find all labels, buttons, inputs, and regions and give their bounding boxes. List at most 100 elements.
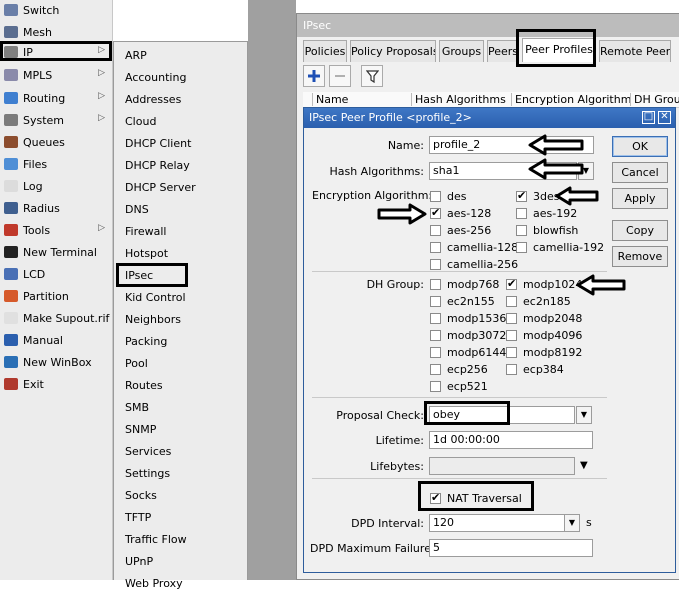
submenu-item-accounting[interactable]: Accounting [125,67,186,89]
column-dh-group[interactable]: DH Group [630,93,679,106]
checkbox-box[interactable] [430,206,441,219]
dpd-interval-dropdown-button[interactable]: ▼ [564,514,580,532]
apply-button[interactable]: Apply [612,188,668,209]
checkbox-box[interactable] [506,329,517,341]
menu-item-log[interactable]: Log [0,175,113,197]
submenu-item-pool[interactable]: Pool [125,353,148,375]
submenu-item-dhcp-relay[interactable]: DHCP Relay [125,155,190,177]
menu-item-tools[interactable]: Tools ▷ [0,219,113,241]
submenu-item-dhcp-client[interactable]: DHCP Client [125,133,191,155]
menu-item-switch[interactable]: Switch [0,0,113,21]
checkbox-box[interactable] [430,295,441,307]
submenu-item-dns[interactable]: DNS [125,199,149,221]
checkbox-box[interactable] [430,224,441,236]
ok-button[interactable]: OK [612,136,668,157]
checkbox-modp8192[interactable]: modp8192 [506,345,582,359]
checkbox-box[interactable] [430,258,441,270]
menu-item-partition[interactable]: Partition [0,285,113,307]
copy-button[interactable]: Copy [612,220,668,241]
checkbox-modp1024[interactable]: modp1024 [506,277,582,291]
checkbox-box[interactable] [506,277,517,290]
lifebytes-expand-icon[interactable]: ▼ [580,460,588,471]
checkbox-modp4096[interactable]: modp4096 [506,328,582,342]
submenu-item-arp[interactable]: ARP [125,45,147,67]
checkbox-box[interactable] [430,346,441,358]
checkbox-box[interactable] [430,363,441,375]
submenu-item-addresses[interactable]: Addresses [125,89,181,111]
submenu-item-dhcp-server[interactable]: DHCP Server [125,177,196,199]
tab-policy-proposals[interactable]: Policy Proposals [350,40,436,62]
checkbox-ecp521[interactable]: ecp521 [430,379,488,393]
menu-item-system[interactable]: System ▷ [0,109,113,131]
checkbox-box[interactable] [516,207,527,219]
submenu-item-hotspot[interactable]: Hotspot [125,243,168,265]
submenu-item-routes[interactable]: Routes [125,375,163,397]
remove-button[interactable]: Remove [612,246,668,267]
tab-groups[interactable]: Groups [439,40,484,62]
filter-button[interactable] [361,65,383,87]
submenu-item-snmp[interactable]: SNMP [125,419,156,441]
add-button[interactable] [303,65,325,87]
checkbox-box[interactable] [506,346,517,358]
checkbox-aes-128[interactable]: aes-128 [430,206,491,220]
dpd-max-failures-input[interactable]: 5 [429,539,593,557]
checkbox-box[interactable] [506,312,517,324]
checkbox-camellia-128[interactable]: camellia-128 [430,240,518,254]
checkbox-blowfish[interactable]: blowfish [516,223,578,237]
menu-item-mesh[interactable]: Mesh [0,21,113,43]
tab-policies[interactable]: Policies [303,40,347,62]
checkbox-modp3072[interactable]: modp3072 [430,328,506,342]
checkbox-aes-256[interactable]: aes-256 [430,223,491,237]
submenu-item-settings[interactable]: Settings [125,463,170,485]
checkbox-box[interactable] [430,190,441,202]
submenu-item-traffic-flow[interactable]: Traffic Flow [125,529,187,551]
checkbox-box[interactable] [506,363,517,375]
proposal-dropdown-button[interactable]: ▼ [576,406,592,424]
menu-item-manual[interactable]: Manual [0,329,113,351]
checkbox-ecp384[interactable]: ecp384 [506,362,564,376]
checkbox-box[interactable] [430,329,441,341]
checkbox-ecp256[interactable]: ecp256 [430,362,488,376]
checkbox-box[interactable] [516,189,527,202]
checkbox-box[interactable] [506,295,517,307]
column-hash-algorithms[interactable]: Hash Algorithms [411,93,506,106]
menu-item-routing[interactable]: Routing ▷ [0,87,113,109]
menu-item-queues[interactable]: Queues [0,131,113,153]
checkbox-box[interactable] [516,241,527,253]
lifetime-input[interactable]: 1d 00:00:00 [429,431,593,449]
remove-entry-button[interactable] [329,65,351,87]
tab-peers[interactable]: Peers [487,40,519,62]
menu-item-new-winbox[interactable]: New WinBox [0,351,113,373]
maximize-icon[interactable]: □ [642,111,655,124]
submenu-item-socks[interactable]: Socks [125,485,157,507]
menu-item-mpls[interactable]: MPLS ▷ [0,64,113,86]
close-icon[interactable]: ✕ [658,111,671,124]
checkbox-modp2048[interactable]: modp2048 [506,311,582,325]
submenu-item-services[interactable]: Services [125,441,171,463]
lifebytes-input[interactable] [429,457,575,475]
submenu-item-tftp[interactable]: TFTP [125,507,151,529]
submenu-item-web-proxy[interactable]: Web Proxy [125,573,183,595]
checkbox-box[interactable] [430,312,441,324]
submenu-item-kid-control[interactable]: Kid Control [125,287,186,309]
submenu-item-neighbors[interactable]: Neighbors [125,309,181,331]
column-name[interactable]: Name [312,93,348,106]
checkbox-ec2n155[interactable]: ec2n155 [430,294,495,308]
submenu-item-smb[interactable]: SMB [125,397,149,419]
submenu-item-firewall[interactable]: Firewall [125,221,166,243]
checkbox-box[interactable] [430,380,441,392]
checkbox-aes-192[interactable]: aes-192 [516,206,577,220]
tab-remote-peers[interactable]: Remote Peers [599,40,671,62]
submenu-item-cloud[interactable]: Cloud [125,111,156,133]
checkbox-3des[interactable]: 3des [516,189,559,203]
submenu-item-packing[interactable]: Packing [125,331,167,353]
menu-item-new-terminal[interactable]: New Terminal [0,241,113,263]
checkbox-ec2n185[interactable]: ec2n185 [506,294,571,308]
submenu-item-upnp[interactable]: UPnP [125,551,153,573]
checkbox-camellia-256[interactable]: camellia-256 [430,257,518,271]
checkbox-modp768[interactable]: modp768 [430,277,499,291]
menu-item-make-supout-rif[interactable]: Make Supout.rif [0,307,113,329]
checkbox-box[interactable] [430,278,441,290]
checkbox-modp1536[interactable]: modp1536 [430,311,506,325]
checkbox-modp6144[interactable]: modp6144 [430,345,506,359]
